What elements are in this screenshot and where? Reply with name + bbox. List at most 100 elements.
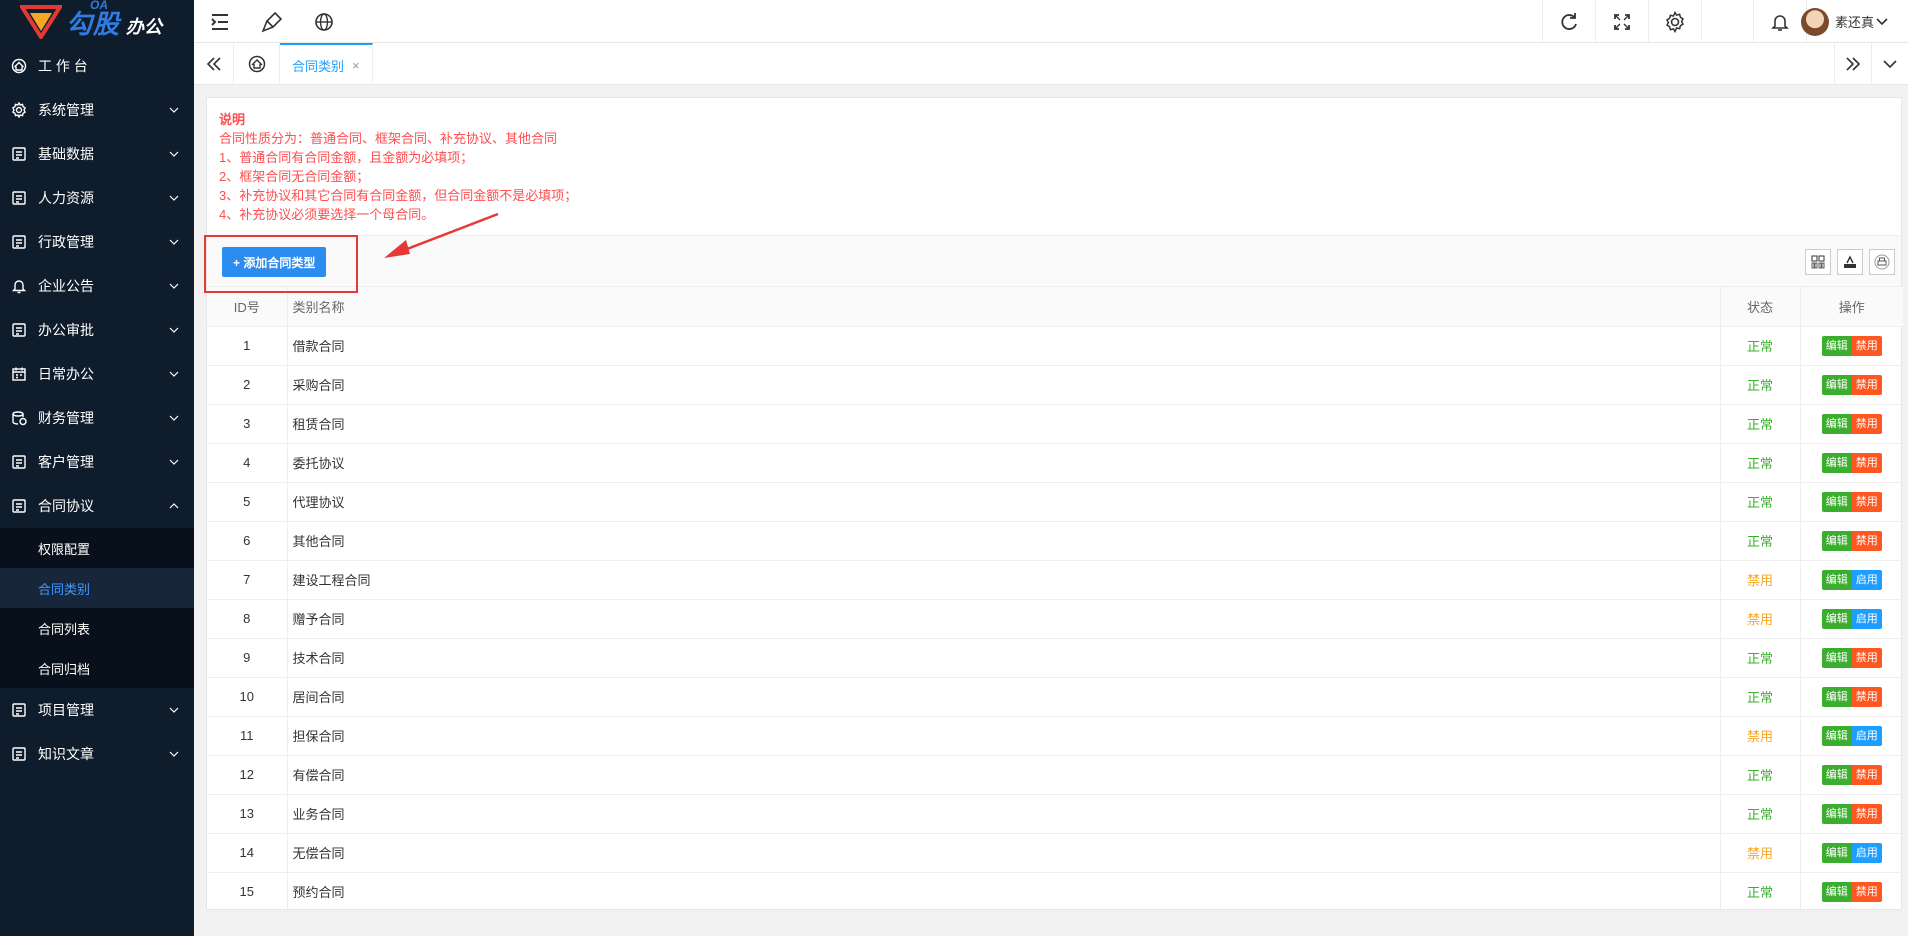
sidebar-item-main-2[interactable]: 基础数据 xyxy=(0,132,194,176)
logo-sub: 办公 xyxy=(126,17,163,37)
columns-filter-icon[interactable] xyxy=(1805,249,1831,275)
print-icon[interactable] xyxy=(1869,249,1895,275)
enable-button[interactable]: 启用 xyxy=(1851,569,1882,590)
user-menu[interactable]: 素还真 xyxy=(1800,0,1888,43)
contract-submenu: 权限配置 合同类别 合同列表 合同归档 xyxy=(0,528,194,688)
tabs-scroll-left-icon[interactable] xyxy=(194,43,234,85)
table-row: 1 借款合同 正常 编辑 禁用 xyxy=(207,326,1903,366)
edit-button[interactable]: 编辑 xyxy=(1821,764,1852,785)
cell-name: 其他合同 xyxy=(286,521,1720,561)
cell-name: 采购合同 xyxy=(286,365,1720,405)
tabs-scroll-right-icon[interactable] xyxy=(1834,43,1872,85)
brush-icon[interactable] xyxy=(246,0,298,43)
sidebar-item-main-9[interactable]: 客户管理 xyxy=(0,440,194,484)
cell-id: 6 xyxy=(207,521,287,561)
cell-id: 2 xyxy=(207,365,287,405)
sidebar-item-main-5[interactable]: 企业公告 xyxy=(0,264,194,308)
disable-button[interactable]: 禁用 xyxy=(1851,803,1882,824)
notice-line: 2、框架合同无合同金额； xyxy=(219,169,370,184)
disable-button[interactable]: 禁用 xyxy=(1851,491,1882,512)
dashboard-icon xyxy=(10,57,28,75)
submenu-item-1[interactable]: 合同类别 xyxy=(0,568,194,608)
cell-id: 1 xyxy=(207,326,287,366)
enable-button[interactable]: 启用 xyxy=(1851,725,1882,746)
submenu-item-0[interactable]: 权限配置 xyxy=(0,528,194,568)
edit-button[interactable]: 编辑 xyxy=(1821,530,1852,551)
sidebar-item-main-1[interactable]: 系统管理 xyxy=(0,88,194,132)
bell-icon xyxy=(10,277,28,295)
tabs-dropdown-icon[interactable] xyxy=(1872,43,1908,85)
enable-button[interactable]: 启用 xyxy=(1851,842,1882,863)
disable-button[interactable]: 禁用 xyxy=(1851,764,1882,785)
cell-id: 13 xyxy=(207,794,287,834)
globe-icon[interactable] xyxy=(298,0,350,43)
cell-ops: 编辑 禁用 xyxy=(1799,872,1903,912)
edit-button[interactable]: 编辑 xyxy=(1821,452,1852,473)
edit-button[interactable]: 编辑 xyxy=(1821,569,1852,590)
enable-button[interactable]: 启用 xyxy=(1851,608,1882,629)
tab-home-icon[interactable] xyxy=(234,43,280,85)
edit-button[interactable]: 编辑 xyxy=(1821,491,1852,512)
submenu-item-2[interactable]: 合同列表 xyxy=(0,608,194,648)
user-card-icon xyxy=(10,189,28,207)
approval-icon xyxy=(10,321,28,339)
notification-bell-icon[interactable] xyxy=(1754,0,1806,43)
edit-button[interactable]: 编辑 xyxy=(1821,803,1852,824)
table-row: 6 其他合同 正常 编辑 禁用 xyxy=(207,521,1903,561)
cell-id: 15 xyxy=(207,872,287,912)
tab-close-icon[interactable]: × xyxy=(352,58,360,73)
tab-contract-category[interactable]: 合同类别 × xyxy=(280,43,373,85)
sidebar-item-label: 基础数据 xyxy=(38,146,94,162)
sidebar-item-main-3[interactable]: 人力资源 xyxy=(0,176,194,220)
disable-button[interactable]: 禁用 xyxy=(1851,881,1882,902)
edit-button[interactable]: 编辑 xyxy=(1821,725,1852,746)
disable-button[interactable]: 禁用 xyxy=(1851,335,1882,356)
cell-name: 建设工程合同 xyxy=(286,560,1720,600)
disable-button[interactable]: 禁用 xyxy=(1851,647,1882,668)
cell-name: 委托协议 xyxy=(286,443,1720,483)
edit-button[interactable]: 编辑 xyxy=(1821,413,1852,434)
sidebar-item-main-0[interactable]: 工 作 台 xyxy=(0,44,194,88)
edit-button[interactable]: 编辑 xyxy=(1821,374,1852,395)
disable-button[interactable]: 禁用 xyxy=(1851,686,1882,707)
cell-id: 3 xyxy=(207,404,287,444)
edit-button[interactable]: 编辑 xyxy=(1821,686,1852,707)
sidebar-item-label: 日常办公 xyxy=(38,366,94,382)
cell-status: 正常 xyxy=(1719,872,1800,912)
submenu-item-3[interactable]: 合同归档 xyxy=(0,648,194,688)
disable-button[interactable]: 禁用 xyxy=(1851,452,1882,473)
sidebar-item-main-8[interactable]: 财务管理 xyxy=(0,396,194,440)
export-icon[interactable] xyxy=(1837,249,1863,275)
sidebar-item-label: 项目管理 xyxy=(38,702,94,718)
sidebar-item-label: 财务管理 xyxy=(38,410,94,426)
cell-status: 正常 xyxy=(1719,677,1800,717)
col-status-header[interactable]: 状态 xyxy=(1719,287,1800,327)
disable-button[interactable]: 禁用 xyxy=(1851,530,1882,551)
sidebar-item-main-10[interactable]: 合同协议 xyxy=(0,484,194,528)
settings-gear-icon[interactable] xyxy=(1649,0,1701,43)
table-row: 13 业务合同 正常 编辑 禁用 xyxy=(207,794,1903,834)
menu-collapse-icon[interactable] xyxy=(194,0,246,43)
sidebar-item-main-4[interactable]: 行政管理 xyxy=(0,220,194,264)
sidebar-item-main-6[interactable]: 办公审批 xyxy=(0,308,194,352)
edit-button[interactable]: 编辑 xyxy=(1821,842,1852,863)
disable-button[interactable]: 禁用 xyxy=(1851,413,1882,434)
fullscreen-icon[interactable] xyxy=(1596,0,1648,43)
sidebar-item-after-1[interactable]: 知识文章 xyxy=(0,732,194,776)
edit-button[interactable]: 编辑 xyxy=(1821,608,1852,629)
edit-button[interactable]: 编辑 xyxy=(1821,647,1852,668)
cell-id: 14 xyxy=(207,833,287,873)
table-toolbar: + 添加合同类型 xyxy=(207,236,1901,287)
sidebar-item-after-0[interactable]: 项目管理 xyxy=(0,688,194,732)
notice-line: 4、补充协议必须要选择一个母合同。 xyxy=(219,207,435,222)
edit-button[interactable]: 编辑 xyxy=(1821,335,1852,356)
refresh-icon[interactable] xyxy=(1543,0,1595,43)
cell-status: 正常 xyxy=(1719,482,1800,522)
edit-button[interactable]: 编辑 xyxy=(1821,881,1852,902)
notice-title: 说明 xyxy=(219,112,246,127)
notice-line: 3、补充协议和其它合同有合同金额，但合同金额不是必填项； xyxy=(219,188,578,203)
disable-button[interactable]: 禁用 xyxy=(1851,374,1882,395)
sidebar-item-main-7[interactable]: 日常办公 xyxy=(0,352,194,396)
col-name-header[interactable]: 类别名称 xyxy=(286,287,1720,327)
table-row: 5 代理协议 正常 编辑 禁用 xyxy=(207,482,1903,522)
